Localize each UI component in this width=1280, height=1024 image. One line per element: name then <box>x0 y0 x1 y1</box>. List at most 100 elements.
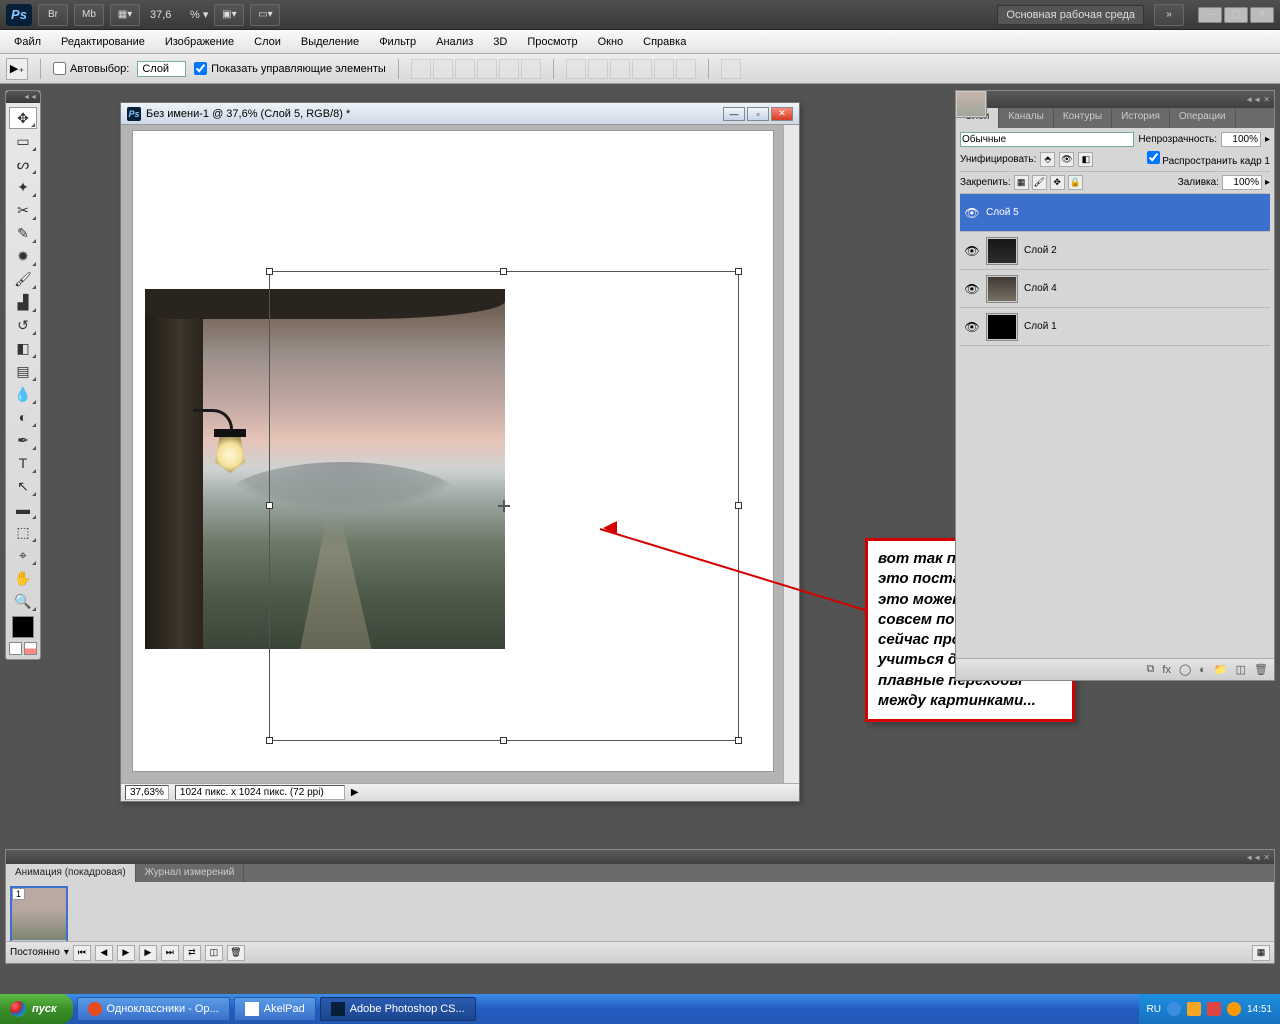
path-select-tool-icon[interactable]: ↖ <box>9 475 37 497</box>
loop-select[interactable]: Постоянно <box>10 947 60 958</box>
menu-help[interactable]: Справка <box>633 33 696 51</box>
unify-visibility-icon[interactable]: 👁 <box>1059 152 1074 167</box>
layer-style-icon[interactable]: fx <box>1162 664 1171 676</box>
distribute-2-icon[interactable] <box>588 59 608 79</box>
3d-tool-icon[interactable]: ⬚ <box>9 521 37 543</box>
transform-bounding-box[interactable] <box>269 271 739 741</box>
tray-icon[interactable] <box>1187 1002 1201 1016</box>
tray-icon[interactable] <box>1227 1002 1241 1016</box>
propagate-checkbox[interactable]: Распространить кадр 1 <box>1147 151 1271 167</box>
layer-row[interactable]: 👁 Слой 2 <box>960 232 1270 270</box>
autoselect-checkbox[interactable]: Автовыбор: <box>53 62 129 75</box>
menu-edit[interactable]: Редактирование <box>51 33 155 51</box>
minibridge-button[interactable]: Mb <box>74 4 104 26</box>
stamp-tool-icon[interactable]: ▟ <box>9 291 37 313</box>
zoom-value[interactable]: 37,6 <box>150 9 190 21</box>
3d-camera-tool-icon[interactable]: ⌖ <box>9 544 37 566</box>
layer-name[interactable]: Слой 1 <box>1024 321 1057 332</box>
doc-info[interactable]: 1024 пикс. x 1024 пикс. (72 ppi) <box>175 785 345 800</box>
distribute-6-icon[interactable] <box>676 59 696 79</box>
visibility-toggle-icon[interactable]: 👁 <box>964 281 980 297</box>
move-tool-preset-icon[interactable]: ▶₊ <box>6 58 28 80</box>
doc-maximize-button[interactable]: ▫ <box>747 107 769 121</box>
tab-animation[interactable]: Анимация (покадровая) <box>6 864 136 882</box>
tray-icon[interactable] <box>1207 1002 1221 1016</box>
panel-collapse-icon[interactable]: ◄◄ ✕ <box>1241 95 1274 104</box>
menu-3d[interactable]: 3D <box>483 33 517 51</box>
menu-image[interactable]: Изображение <box>155 33 244 51</box>
fill-input[interactable]: 100% <box>1222 175 1262 190</box>
align-bottom-icon[interactable] <box>455 59 475 79</box>
opacity-arrow-icon[interactable]: ▸ <box>1265 134 1270 145</box>
layer-row[interactable]: 👁 Слой 1 <box>960 308 1270 346</box>
minimize-button[interactable]: — <box>1198 7 1222 23</box>
transform-handle-bl[interactable] <box>266 737 273 744</box>
workspace-switcher[interactable]: Основная рабочая среда <box>997 5 1144 25</box>
transform-center-icon[interactable] <box>498 500 510 512</box>
lasso-tool-icon[interactable]: ᔕ <box>9 153 37 175</box>
menu-filter[interactable]: Фильтр <box>369 33 426 51</box>
screen-mode-button[interactable]: ▭▾ <box>250 4 280 26</box>
more-workspaces-button[interactable]: » <box>1154 4 1184 26</box>
pen-tool-icon[interactable]: ✒ <box>9 429 37 451</box>
doc-minimize-button[interactable]: — <box>723 107 745 121</box>
maximize-button[interactable]: ▢ <box>1224 7 1248 23</box>
move-tool-icon[interactable]: ✥ <box>9 107 37 129</box>
quick-select-tool-icon[interactable]: ✦ <box>9 176 37 198</box>
visibility-toggle-icon[interactable]: 👁 <box>964 243 980 259</box>
layer-thumbnail[interactable] <box>986 275 1018 303</box>
tab-measurement[interactable]: Журнал измерений <box>136 864 245 882</box>
anim-collapse-icon[interactable]: ◄◄ ✕ <box>1245 853 1270 862</box>
unify-position-icon[interactable]: ⬘ <box>1040 152 1055 167</box>
show-controls-checkbox[interactable]: Показать управляющие элементы <box>194 62 386 75</box>
info-play-icon[interactable]: ▶ <box>351 787 359 798</box>
transform-handle-tm[interactable] <box>500 268 507 275</box>
taskbar-item[interactable]: Adobe Photoshop CS... <box>320 997 476 1021</box>
layer-thumbnail[interactable] <box>986 237 1018 265</box>
menu-file[interactable]: Файл <box>4 33 51 51</box>
menu-layer[interactable]: Слои <box>244 33 291 51</box>
hand-tool-icon[interactable]: ✋ <box>9 567 37 589</box>
layer-row[interactable]: 👁 Слой 5 <box>960 194 1270 232</box>
tray-icon[interactable] <box>1167 1002 1181 1016</box>
tab-channels[interactable]: Каналы <box>999 108 1054 128</box>
shape-tool-icon[interactable]: ▬ <box>9 498 37 520</box>
next-frame-icon[interactable]: ▶ <box>139 945 157 961</box>
first-frame-icon[interactable]: ⏮ <box>73 945 91 961</box>
tab-actions[interactable]: Операции <box>1170 108 1236 128</box>
marquee-tool-icon[interactable]: ▭ <box>9 130 37 152</box>
transform-handle-tl[interactable] <box>266 268 273 275</box>
language-indicator[interactable]: RU <box>1147 1004 1161 1015</box>
healing-tool-icon[interactable]: ✹ <box>9 245 37 267</box>
standard-mode-icon[interactable] <box>9 642 22 655</box>
document-canvas[interactable] <box>121 125 783 783</box>
delete-frame-icon[interactable]: 🗑 <box>227 945 245 961</box>
transform-handle-mr[interactable] <box>735 502 742 509</box>
duplicate-frame-icon[interactable]: ◫ <box>205 945 223 961</box>
clock[interactable]: 14:51 <box>1247 1004 1272 1015</box>
doc-close-button[interactable]: ✕ <box>771 107 793 121</box>
lock-pixels-icon[interactable]: 🖌 <box>1032 175 1047 190</box>
layer-thumbnail[interactable] <box>955 90 987 118</box>
layer-mask-icon[interactable]: ◯ <box>1179 663 1191 676</box>
delete-layer-icon[interactable]: 🗑 <box>1254 663 1268 676</box>
layer-name[interactable]: Слой 2 <box>1024 245 1057 256</box>
dodge-tool-icon[interactable]: ◐ <box>9 406 37 428</box>
distribute-1-icon[interactable] <box>566 59 586 79</box>
unify-style-icon[interactable]: ◧ <box>1078 152 1093 167</box>
align-top-icon[interactable] <box>411 59 431 79</box>
opacity-input[interactable]: 100% <box>1221 132 1261 147</box>
tween-icon[interactable]: ⇄ <box>183 945 201 961</box>
prev-frame-icon[interactable]: ◀ <box>95 945 113 961</box>
menu-analysis[interactable]: Анализ <box>426 33 483 51</box>
auto-align-icon[interactable] <box>721 59 741 79</box>
distribute-4-icon[interactable] <box>632 59 652 79</box>
tab-paths[interactable]: Контуры <box>1054 108 1112 128</box>
layer-name[interactable]: Слой 5 <box>986 207 1019 218</box>
link-layers-icon[interactable]: ⧉ <box>1147 663 1155 676</box>
menu-view[interactable]: Просмотр <box>517 33 587 51</box>
new-layer-icon[interactable]: ◫ <box>1236 663 1246 676</box>
distribute-3-icon[interactable] <box>610 59 630 79</box>
fill-arrow-icon[interactable]: ▸ <box>1265 177 1270 188</box>
menu-window[interactable]: Окно <box>588 33 634 51</box>
